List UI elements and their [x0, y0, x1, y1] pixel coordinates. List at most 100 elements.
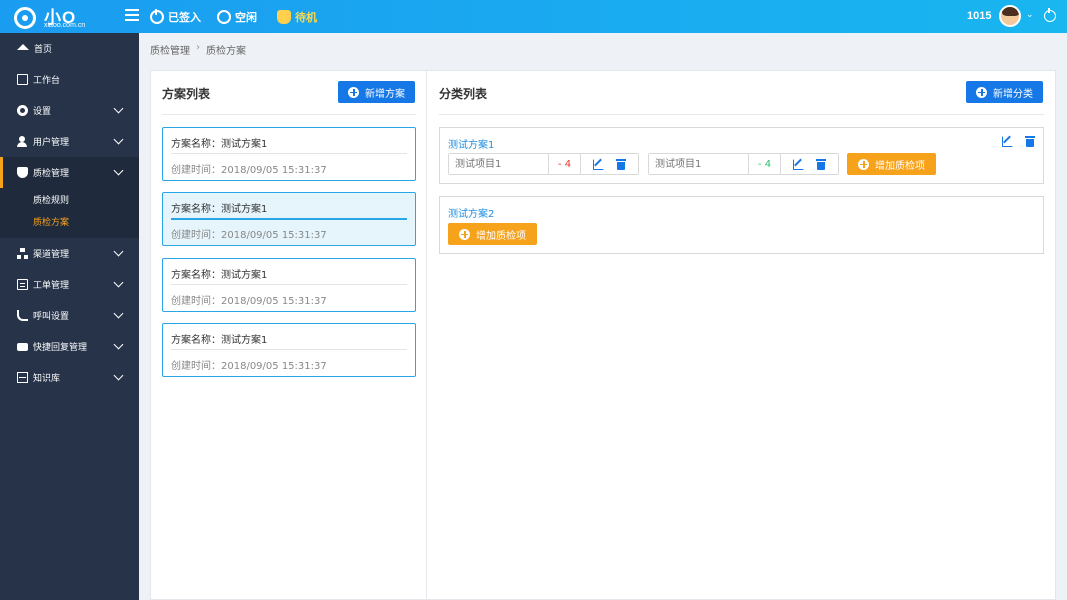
breadcrumb-parent[interactable]: 质检管理 — [150, 42, 190, 57]
sidebar-item-knowledge-base[interactable]: 知识库 — [0, 362, 139, 393]
sidebar-item-quick-reply[interactable]: 快捷回复管理 — [0, 331, 139, 362]
scheme-card-selected[interactable]: 方案名称：测试方案1 创建时间：2018/09/05 15:31:37 — [162, 192, 416, 246]
sitemap-icon — [17, 248, 28, 259]
chevron-down-icon — [113, 246, 124, 257]
breadcrumb: 质检管理 › 质检方案 — [150, 42, 246, 57]
status-signed-in-label: 已签入 — [168, 11, 201, 24]
edit-icon[interactable] — [1002, 136, 1013, 147]
chevron-down-icon[interactable]: ⌄ — [1026, 10, 1034, 20]
plus-circle-icon — [459, 228, 470, 240]
sidebar-subitem-quality-rules[interactable]: 质检规则 — [0, 188, 139, 210]
document-icon — [17, 279, 28, 290]
scheme-name: 方案名称：测试方案1 — [171, 139, 268, 150]
sidebar-subitem-label: 质检方案 — [33, 217, 70, 228]
divider — [171, 284, 407, 285]
sidebar-item-label: 用户管理 — [33, 138, 70, 148]
divider — [171, 218, 407, 220]
add-quality-item-button[interactable]: 增加质检项 — [448, 223, 537, 245]
idle-icon — [217, 10, 231, 24]
add-scheme-button[interactable]: 新增方案 — [338, 81, 415, 103]
edit-icon[interactable] — [793, 158, 804, 170]
scheme-created-time: 创建时间：2018/09/05 15:31:37 — [171, 230, 327, 241]
add-quality-item-label: 增加质检项 — [875, 160, 925, 172]
divider — [171, 349, 407, 350]
scheme-name: 方案名称：测试方案1 — [171, 204, 268, 215]
scheme-created-time: 创建时间：2018/09/05 15:31:37 — [171, 296, 327, 307]
sidebar-item-call-settings[interactable]: 呼叫设置 — [0, 300, 139, 331]
sidebar-item-label: 渠道管理 — [33, 250, 70, 260]
logo-subtext: xiaoo.com.cn — [44, 22, 86, 29]
add-category-button[interactable]: 新增分类 — [966, 81, 1043, 103]
trash-icon[interactable] — [1025, 136, 1035, 147]
menu-toggle-icon[interactable] — [125, 9, 139, 23]
sidebar: 首页 工作台 设置 用户管理 质检管理 质检规则 质检方案 渠道管理 工单管理 — [0, 33, 139, 600]
status-idle-label: 空闲 — [235, 11, 257, 24]
edit-icon[interactable] — [593, 158, 604, 170]
sidebar-item-workbench[interactable]: 工作台 — [0, 64, 139, 95]
chevron-down-icon — [113, 134, 124, 145]
book-icon — [17, 372, 28, 383]
power-icon — [150, 9, 164, 24]
quality-item-input[interactable] — [449, 154, 549, 174]
category-actions — [1002, 136, 1035, 147]
scheme-name: 方案名称：测试方案1 — [171, 270, 268, 281]
shield-icon — [17, 167, 28, 178]
logo[interactable]: 小O xiaoo.com.cn — [14, 3, 104, 31]
quality-item-actions — [781, 154, 838, 174]
gear-icon — [17, 105, 28, 116]
sidebar-item-label: 质检管理 — [33, 169, 70, 179]
chevron-down-icon — [113, 165, 124, 176]
sidebar-item-home[interactable]: 首页 — [0, 33, 139, 64]
status-waiting-label: 待机 — [295, 11, 317, 24]
logout-power-icon[interactable] — [1044, 8, 1056, 22]
trash-icon[interactable] — [816, 158, 826, 170]
add-quality-item-label: 增加质检项 — [476, 230, 526, 242]
scheme-card[interactable]: 方案名称：测试方案1 创建时间：2018/09/05 15:31:37 — [162, 258, 416, 312]
scheme-card[interactable]: 方案名称：测试方案1 创建时间：2018/09/05 15:31:37 — [162, 323, 416, 377]
breadcrumb-separator: › — [196, 42, 200, 53]
chevron-down-icon — [113, 277, 124, 288]
trash-icon[interactable] — [616, 158, 626, 170]
user-number: 1015 — [967, 10, 992, 22]
sidebar-item-settings[interactable]: 设置 — [0, 95, 139, 126]
sidebar-item-user-management[interactable]: 用户管理 — [0, 126, 139, 157]
quality-item: - 4 — [448, 153, 639, 175]
chat-icon — [17, 342, 28, 351]
home-icon — [17, 43, 29, 50]
add-quality-item-button[interactable]: 增加质检项 — [847, 153, 936, 175]
status-waiting[interactable]: 待机 — [277, 8, 317, 26]
sidebar-subitem-label: 质检规则 — [33, 195, 70, 206]
plus-circle-icon — [858, 158, 869, 170]
status-signed-in[interactable]: 已签入 — [150, 8, 201, 26]
sidebar-item-label: 快捷回复管理 — [33, 343, 88, 353]
sidebar-submenu: 质检规则 质检方案 — [0, 188, 139, 238]
chevron-down-icon — [113, 339, 124, 350]
sidebar-subitem-quality-schemes[interactable]: 质检方案 — [0, 210, 139, 232]
quality-item-score: - 4 — [549, 154, 581, 174]
column-divider — [426, 70, 427, 600]
category-box: 测试方案1 - 4 - 4 增加质检项 — [439, 127, 1044, 184]
category-box: 测试方案2 增加质检项 — [439, 196, 1044, 254]
scheme-name: 方案名称：测试方案1 — [171, 335, 268, 346]
sidebar-item-quality-management[interactable]: 质检管理 — [0, 157, 139, 188]
user-icon — [17, 136, 28, 147]
chevron-down-icon — [113, 103, 124, 114]
sidebar-item-channel-management[interactable]: 渠道管理 — [0, 238, 139, 269]
sidebar-item-label: 工作台 — [33, 76, 61, 86]
quality-item-input[interactable] — [649, 154, 749, 174]
chevron-down-icon — [113, 370, 124, 381]
category-name: 测试方案2 — [448, 209, 495, 220]
status-idle[interactable]: 空闲 — [217, 8, 257, 26]
sidebar-item-label: 呼叫设置 — [33, 312, 70, 322]
sidebar-item-label: 设置 — [33, 107, 52, 117]
scheme-card[interactable]: 方案名称：测试方案1 创建时间：2018/09/05 15:31:37 — [162, 127, 416, 181]
avatar[interactable] — [999, 5, 1021, 27]
sidebar-item-label: 首页 — [34, 45, 53, 55]
quality-item: - 4 — [648, 153, 839, 175]
sidebar-item-label: 工单管理 — [33, 281, 70, 291]
plus-circle-icon — [976, 86, 987, 98]
quality-item-score: - 4 — [749, 154, 781, 174]
divider — [162, 114, 416, 115]
sidebar-item-ticket-management[interactable]: 工单管理 — [0, 269, 139, 300]
monitor-icon — [17, 74, 28, 85]
